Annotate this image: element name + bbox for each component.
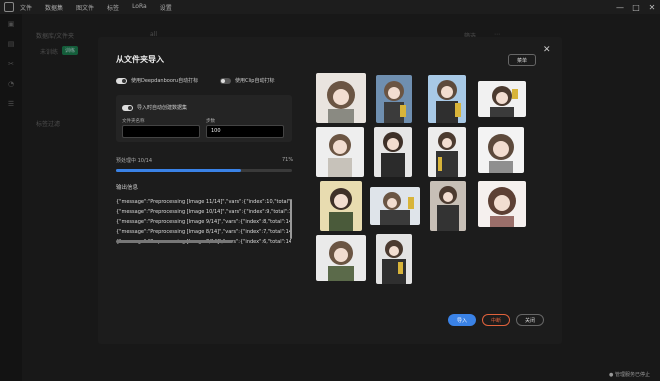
folder-name-input[interactable] [122,125,200,138]
log-line: {"message":"Preprocessing [Image 11/14]"… [116,199,291,205]
menu-item-settings[interactable]: 设置 [160,3,172,12]
preview-image-1[interactable] [316,73,366,123]
steps-label: 步数 [206,119,215,124]
deepdanbooru-toggle[interactable] [116,78,127,84]
interrupt-button[interactable]: 中断 [482,314,510,326]
progress-bar [116,169,292,172]
menu-item-file[interactable]: 文件 [20,3,32,12]
log-line: {"message":"Preprocessing [Image 10/14]"… [116,209,291,215]
menu-item-dataset[interactable]: 数据集 [45,3,63,12]
deepdanbooru-toggle-label: 使用Deepdanbooru自动打标 [131,78,199,84]
preview-image-10[interactable] [370,187,420,225]
log-line: {"message":"Preprocessing [Image 9/14]",… [116,219,291,225]
log-vertical-scrollbar[interactable] [290,199,292,239]
menu-item-tags[interactable]: 标签 [107,3,119,12]
window-controls: — □ ✕ [612,0,660,14]
menu-item-lora[interactable]: LoRa [132,3,147,12]
folder-name-label: 文件夹名称 [122,119,145,124]
auto-create-dataset-toggle[interactable] [122,105,133,111]
preview-image-2[interactable] [376,75,412,123]
steps-input[interactable]: 100 [206,125,284,138]
preview-image-6[interactable] [374,127,412,177]
preview-image-7[interactable] [428,127,466,177]
preview-image-8[interactable] [478,127,524,173]
clip-toggle-label: 使用Clip自动打标 [235,78,275,84]
close-window-icon[interactable]: ✕ [644,0,660,14]
preview-image-14[interactable] [376,234,412,284]
progress-percent: 71% [282,157,294,163]
preview-image-12[interactable] [478,181,526,227]
close-button[interactable]: 关闭 [516,314,544,326]
menu-button[interactable]: 菜单 [508,54,536,66]
preview-image-3[interactable] [428,75,466,123]
import-button[interactable]: 导入 [448,314,476,326]
auto-create-dataset-label: 导入时自动创建数据集 [137,105,188,111]
app-logo-icon [4,2,14,12]
preview-image-5[interactable] [316,127,364,177]
dialog-title: 从文件夹导入 [116,55,164,64]
preview-image-11[interactable] [430,181,466,231]
preview-image-4[interactable] [478,81,526,117]
service-status: ● 管理服务已停止 [609,372,650,378]
dataset-options-panel: 导入时自动创建数据集 文件夹名称 步数 100 [116,95,292,142]
preview-image-13[interactable] [316,235,366,281]
log-line: {"message":"Preprocessing [Image 8/14]",… [116,229,291,235]
menu-item-image-files[interactable]: 图文件 [76,3,94,12]
clip-toggle[interactable] [220,78,231,84]
import-dialog: 从文件夹导入 ✕ 菜单 使用Deepdanbooru自动打标 使用Clip自动打… [98,37,562,344]
log-title: 输出信息 [116,185,139,191]
progress-bar-fill [116,169,241,172]
minimize-icon[interactable]: — [612,0,628,14]
maximize-icon[interactable]: □ [628,0,644,14]
preview-image-9[interactable] [320,181,362,231]
log-horizontal-scrollbar[interactable] [116,240,233,243]
dialog-close-icon[interactable]: ✕ [543,45,551,55]
menu-bar: 文件 数据集 图文件 标签 LoRa 设置 [20,3,172,12]
progress-label: 预处理中 10/14 [116,158,152,164]
title-bar: 文件 数据集 图文件 标签 LoRa 设置 — □ ✕ [0,0,660,14]
